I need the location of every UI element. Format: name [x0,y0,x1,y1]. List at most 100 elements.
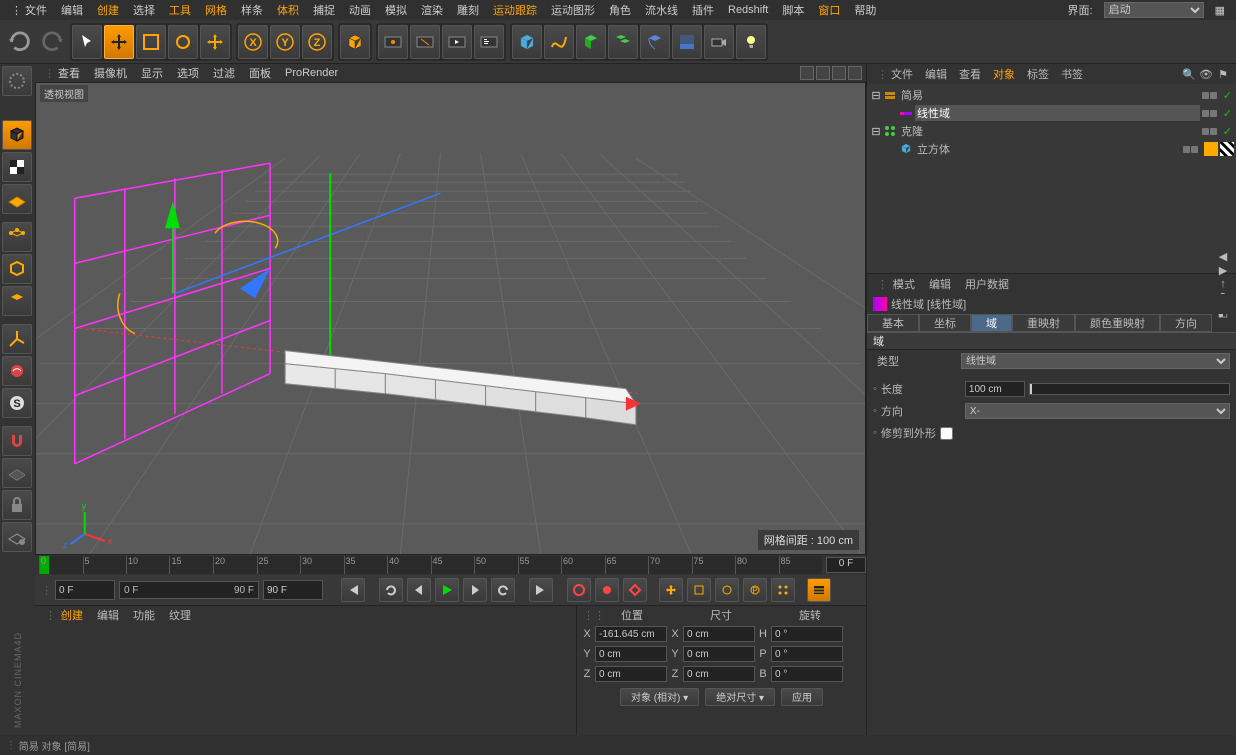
loop-button[interactable] [379,578,403,602]
menu-track[interactable]: 运动跟踪 [486,0,544,20]
prop-dir-select[interactable]: X- [965,403,1230,419]
viewport-3d[interactable]: 透视视图 [35,82,866,555]
object-tree[interactable]: ⊟ 简易 ✓ 线性域 ✓ ⊟ 克隆 ✓ 立方体 [867,84,1236,273]
environment-button[interactable] [672,25,702,59]
point-mode-button[interactable] [2,222,32,252]
prop-type-select[interactable]: 线性域 [961,353,1230,369]
menu-script[interactable]: 脚本 [775,0,811,20]
goto-end-button[interactable] [529,578,553,602]
last-tool[interactable] [200,25,230,59]
pos-Y-input[interactable] [595,646,667,662]
nav-up-icon[interactable]: ↑ [1216,277,1230,291]
attr-userdata[interactable]: 用户数据 [961,276,1013,292]
menu-mograph[interactable]: 运动图形 [544,0,602,20]
prop-length-input[interactable] [965,381,1025,397]
om-tags[interactable]: 标签 [1023,66,1053,82]
workplane-button[interactable] [2,458,32,488]
om-edit[interactable]: 编辑 [921,66,951,82]
key-rot-button[interactable] [715,578,739,602]
size-Y-input[interactable] [683,646,755,662]
mat-func[interactable]: 功能 [129,607,159,623]
edge-mode-button[interactable] [2,254,32,284]
om-object[interactable]: 对象 [989,66,1019,82]
dopesheet-button[interactable] [807,578,831,602]
vis-dot[interactable] [1202,92,1209,99]
timeline[interactable]: 051015202530354045505560657075808590 0 F [35,555,866,575]
menu-sim[interactable]: 模拟 [378,0,414,20]
snap-button[interactable]: S [2,388,32,418]
vp-filter[interactable]: 过滤 [208,65,240,81]
attr-tab[interactable]: 坐标 [919,314,971,332]
menu-sculpt[interactable]: 雕刻 [450,0,486,20]
search-icon[interactable]: 🔍 [1182,67,1196,81]
expand-icon[interactable]: ⊟ [871,89,881,102]
menu-edit[interactable]: 编辑 [54,0,90,20]
menu-pipe[interactable]: 流水线 [638,0,685,20]
axis-y-button[interactable]: Y [270,25,300,59]
vis-dot[interactable] [1210,128,1217,135]
key-param-button[interactable]: P [743,578,767,602]
magnet-button[interactable] [2,426,32,456]
menu-help[interactable]: 帮助 [847,0,883,20]
menu-snap[interactable]: 捕捉 [306,0,342,20]
menu-anim[interactable]: 动画 [342,0,378,20]
menu-plugins[interactable]: 插件 [685,0,721,20]
expand-icon[interactable]: ⊟ [871,125,881,138]
poly-mode-button[interactable] [2,286,32,316]
menu-mesh[interactable]: 网格 [198,0,234,20]
attr-tab[interactable]: 基本 [867,314,919,332]
vp-display[interactable]: 显示 [136,65,168,81]
object-name[interactable]: 线性域 [915,105,1200,121]
tree-row[interactable]: ⊟ 简易 ✓ [869,86,1234,104]
render-settings-button[interactable] [474,25,504,59]
vp-nav4-icon[interactable] [848,66,862,80]
vp-panel[interactable]: 面板 [244,65,276,81]
mat-tex[interactable]: 纹理 [165,607,195,623]
filter-icon[interactable]: ⚑ [1216,67,1230,81]
check-icon[interactable]: ✓ [1223,89,1232,102]
rot-H-input[interactable] [771,626,843,642]
om-file[interactable]: 文件 [887,66,917,82]
keyframe-button[interactable] [623,578,647,602]
menu-volume[interactable]: 体积 [270,0,306,20]
frame-end-field[interactable]: 90 F [263,580,323,600]
vp-view[interactable]: 查看 [53,65,85,81]
locked-wp-button[interactable] [2,522,32,552]
rotate-tool[interactable] [168,25,198,59]
play-button[interactable] [435,578,459,602]
attr-tab[interactable]: 颜色重映射 [1075,314,1160,332]
axis-button[interactable] [2,324,32,354]
move-tool[interactable] [104,25,134,59]
vp-nav1-icon[interactable] [800,66,814,80]
timeline-ruler[interactable]: 051015202530354045505560657075808590 [39,556,822,574]
menu-window[interactable]: 窗口 [811,0,847,20]
key-pla-button[interactable] [771,578,795,602]
check-icon[interactable]: ✓ [1223,107,1232,120]
vis-dot[interactable] [1202,110,1209,117]
menu-render[interactable]: 渲染 [414,0,450,20]
attr-tab[interactable]: 重映射 [1012,314,1075,332]
vis-dot[interactable] [1210,110,1217,117]
prev-frame-button[interactable] [407,578,431,602]
frame-start-field[interactable]: 0 F [55,580,115,600]
tag-icon[interactable] [1204,142,1218,156]
attr-mode[interactable]: 模式 [889,276,919,292]
axis-x-button[interactable]: X [238,25,268,59]
vp-nav2-icon[interactable] [816,66,830,80]
undo-button[interactable] [6,28,34,56]
tag-icon[interactable] [1220,142,1234,156]
workplane-mode-button[interactable] [2,184,32,214]
menu-select[interactable]: 选择 [126,0,162,20]
om-view[interactable]: 查看 [955,66,985,82]
generator-button[interactable] [576,25,606,59]
vis-dot[interactable] [1202,128,1209,135]
tree-row[interactable]: 线性域 ✓ [869,104,1234,122]
attr-tab[interactable]: 域 [971,314,1012,332]
render-region-button[interactable] [410,25,440,59]
attr-edit[interactable]: 编辑 [925,276,955,292]
rot-B-input[interactable] [771,666,843,682]
select-tool[interactable] [72,25,102,59]
deformer-button[interactable] [640,25,670,59]
rot-P-input[interactable] [771,646,843,662]
range-slider[interactable]: 0 F90 F [119,581,259,599]
